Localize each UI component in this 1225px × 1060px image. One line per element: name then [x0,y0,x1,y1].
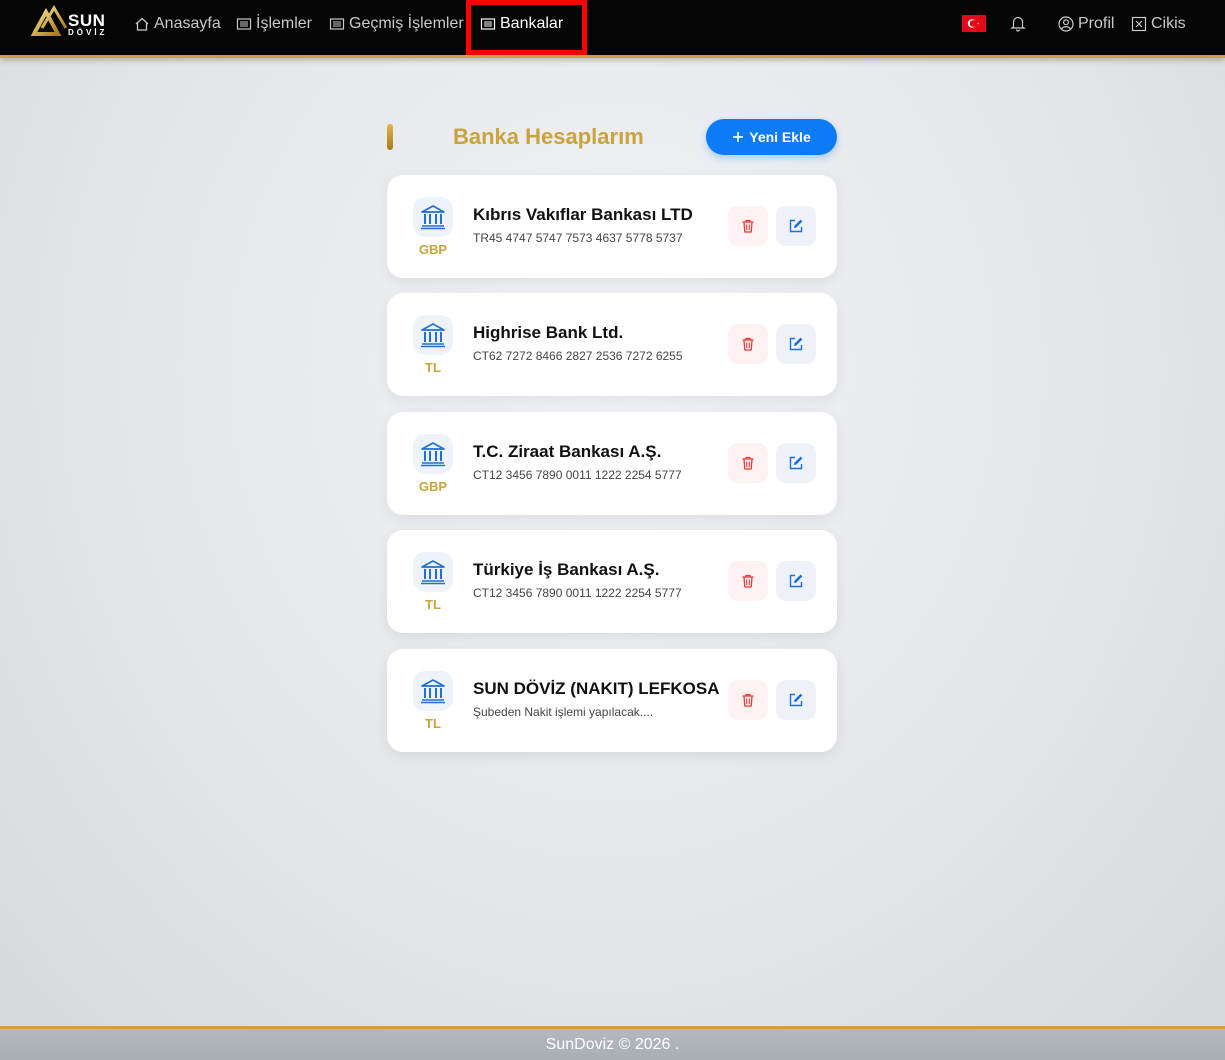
trash-icon [742,693,754,707]
list-icon [480,18,496,30]
notification-bell-icon[interactable] [1009,14,1027,37]
bank-name: Highrise Bank Ltd. [473,323,624,342]
turkey-flag-icon[interactable] [962,15,986,32]
iban-text: CT12 3456 7890 0011 1222 2254 5777 [473,468,682,482]
edit-button[interactable] [776,324,816,364]
edit-button[interactable] [776,680,816,720]
edit-icon [789,337,803,351]
nav-item-bankalar[interactable]: Bankalar [480,13,563,35]
trash-icon [742,219,754,233]
nav-label-bankalar: Bankalar [500,15,564,32]
plus-icon [733,132,744,142]
add-bank-account-button[interactable]: Yeni Ekle [706,119,837,155]
home-icon [135,17,149,31]
bank-account-card: GBP T.C. Ziraat Bankası A.Ş. CT12 3456 7… [387,412,837,515]
delete-button[interactable] [728,324,768,364]
delete-button[interactable] [728,561,768,601]
edit-icon [789,574,803,588]
bank-account-card: TL Highrise Bank Ltd. CT62 7272 8466 282… [387,293,837,396]
bank-building-icon [413,197,453,237]
user-circle-icon [1058,16,1074,32]
nav-label-anasayfa: Anasayfa [154,15,221,32]
bank-account-card: TL SUN DÖVİZ (NAKIT) LEFKOSA Şubeden Nak… [387,649,837,752]
iban-text: CT12 3456 7890 0011 1222 2254 5777 [473,586,682,600]
page-title: Banka Hesaplarım [453,124,644,149]
edit-button[interactable] [776,206,816,246]
edit-button[interactable] [776,443,816,483]
nav-label-islemler: İşlemler [256,15,313,32]
page-footer: SunDoviz © 2026 . [0,1026,1225,1060]
bank-name: T.C. Ziraat Bankası A.Ş. [473,442,662,461]
delete-button[interactable] [728,206,768,246]
title-accent-bar [387,124,393,150]
iban-text: Şubeden Nakit işlemi yapılacak.... [473,705,654,719]
bank-building-icon [413,315,453,355]
bank-name: SUN DÖVİZ (NAKIT) LEFKOSA [473,679,720,698]
list-icon [329,18,345,30]
delete-button[interactable] [728,680,768,720]
nav-label-profil: Profil [1078,15,1115,32]
nav-item-anasayfa[interactable]: Anasayfa [134,13,221,35]
edit-icon [789,219,803,233]
trash-icon [742,574,754,588]
brand-logo[interactable]: SUN DÖVİZ [30,4,108,38]
currency-badge: GBP [418,479,448,494]
currency-badge: TL [425,360,441,375]
bank-building-icon [413,552,453,592]
bank-building-icon [413,671,453,711]
nav-label-gecmis-islemler: Geçmiş İşlemler [349,15,464,32]
nav-item-profil[interactable]: Profil [1058,13,1114,35]
footer-copyright: SunDoviz © 2026 . [545,1035,680,1053]
bank-account-card: GBP Kıbrıs Vakıflar Bankası LTD TR45 474… [387,175,837,278]
nav-item-islemler[interactable]: İşlemler [236,13,312,35]
top-navbar: SUN DÖVİZ Anasayfa İşlemler Geçmiş İşlem… [0,0,1225,58]
trash-icon [742,456,754,470]
currency-badge: TL [425,597,441,612]
bank-account-card: TL Türkiye İş Bankası A.Ş. CT12 3456 789… [387,530,837,633]
edit-icon [789,693,803,707]
iban-text: CT62 7272 8466 2827 2536 7272 6255 [473,349,683,363]
nav-item-cikis[interactable]: Cikis [1131,13,1186,35]
list-icon [236,18,252,30]
currency-badge: TL [425,716,441,731]
logo-mark-icon [30,5,68,36]
add-button-label: Yeni Ekle [749,129,811,145]
nav-item-gecmis-islemler[interactable]: Geçmiş İşlemler [329,13,464,35]
bank-building-icon [413,434,453,474]
edit-icon [789,456,803,470]
currency-badge: GBP [418,242,448,257]
bank-name: Kıbrıs Vakıflar Bankası LTD [473,205,693,224]
trash-icon [742,337,754,351]
brand-name-bottom: DÖVİZ [68,28,108,37]
bank-name: Türkiye İş Bankası A.Ş. [473,560,660,579]
delete-button[interactable] [728,443,768,483]
edit-button[interactable] [776,561,816,601]
close-box-icon [1131,16,1147,32]
nav-label-cikis: Cikis [1151,15,1186,32]
iban-text: TR45 4747 5747 7573 4637 5778 5737 [473,231,683,245]
